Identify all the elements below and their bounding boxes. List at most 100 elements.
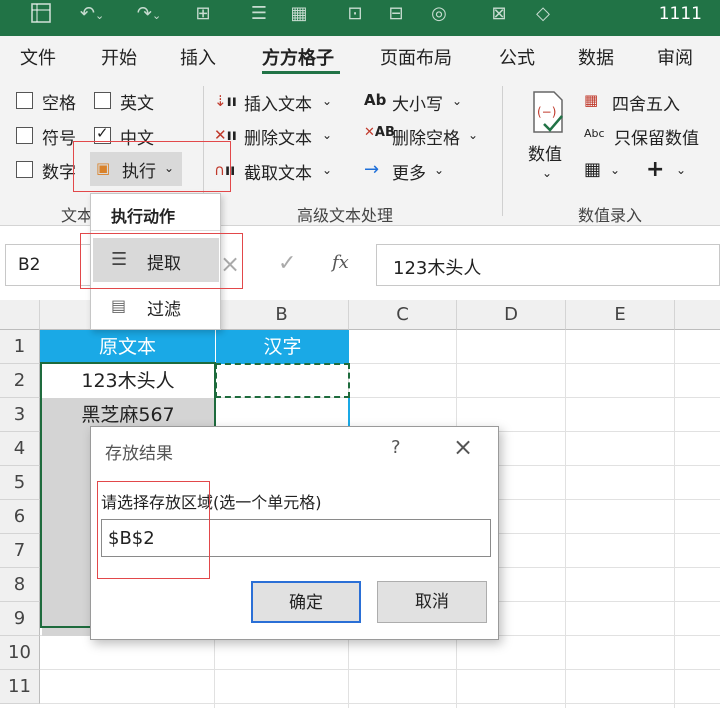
undo-icon[interactable]: ↶⌄ (75, 2, 109, 26)
keep-number-button[interactable]: Abc 只保留数值 (584, 124, 720, 150)
tab-data[interactable]: 数据 (578, 44, 614, 70)
row-header[interactable]: 4 (0, 432, 40, 466)
row-header[interactable]: 1 (0, 330, 40, 364)
cell-b1[interactable]: 汉字 (216, 330, 349, 364)
case-button[interactable]: Ab 大小写 ⌄ (364, 90, 474, 116)
cell-a1[interactable]: 原文本 (40, 330, 215, 364)
group-label-advanced: 高级文本处理 (297, 206, 394, 225)
svg-text:(−): (−) (537, 105, 556, 119)
filter-icon: ▤ (111, 296, 127, 315)
row-header[interactable]: 3 (0, 398, 40, 432)
chevron-down-icon: ⌄ (322, 94, 333, 108)
column-header-e[interactable]: E (566, 300, 675, 330)
redo-icon[interactable]: ↷⌄ (132, 2, 166, 26)
checkbox-english[interactable] (94, 92, 111, 109)
delete-text-label: 删除文本 (244, 129, 312, 149)
column-header-f[interactable] (675, 300, 720, 330)
grid-icon[interactable]: ⊞ (190, 2, 216, 26)
enter-formula-icon[interactable]: ✓ (278, 251, 296, 276)
chevron-down-icon: ⌄ (676, 163, 687, 177)
name-box-value: B2 (18, 255, 41, 275)
plus-icon: + (646, 157, 665, 182)
round-label: 四舍五入 (612, 95, 680, 115)
window-title: 1111 (658, 4, 702, 24)
formula-value: 123木头人 (393, 258, 482, 279)
row-header[interactable]: 8 (0, 568, 40, 602)
select-all-corner[interactable] (0, 300, 40, 330)
extract-text-button[interactable]: ∩ıı 截取文本 ⌄ (214, 159, 344, 185)
gridline (674, 330, 675, 708)
row-header[interactable]: 6 (0, 500, 40, 534)
gridline (565, 330, 566, 708)
delete-space-label: 删除空格 (392, 129, 460, 149)
tab-formulas[interactable]: 公式 (499, 44, 535, 70)
dialog-title: 存放结果 (105, 444, 173, 464)
case-label: 大小写 (392, 95, 443, 115)
delete-text-button[interactable]: ✕ıı 删除文本 ⌄ (214, 124, 344, 150)
table-icon[interactable]: ☰ (246, 2, 272, 26)
row-header[interactable]: 2 (0, 364, 40, 398)
column-header-c[interactable]: C (349, 300, 457, 330)
cancel-button[interactable]: 取消 (377, 581, 487, 623)
group-label-number: 数值录入 (578, 206, 643, 225)
letter-icon[interactable]: ⊠ (486, 2, 512, 26)
tab-insert[interactable]: 插入 (180, 44, 216, 70)
gridline (40, 669, 720, 670)
chevron-down-icon: ⌄ (468, 128, 479, 142)
menu-item-filter-label: 过滤 (147, 300, 181, 320)
ok-button[interactable]: 确定 (251, 581, 361, 623)
row-header[interactable]: 9 (0, 602, 40, 636)
number-big-button[interactable]: (−) 数值 ⌄ (522, 88, 574, 188)
checkbox-number[interactable] (16, 161, 33, 178)
gridline (40, 703, 720, 704)
case-icon: Ab (364, 91, 387, 109)
tab-fangfang[interactable]: 方方格子 (262, 44, 334, 70)
checkbox-space[interactable] (16, 92, 33, 109)
round-button[interactable]: ▦ 四舍五入 (584, 90, 714, 116)
edit-grid-button[interactable]: ▦ ⌄ (584, 159, 624, 185)
excel-icon[interactable] (28, 2, 54, 26)
row-header[interactable]: 11 (0, 670, 40, 704)
abc-icon: Abc (584, 127, 605, 140)
menu-item-filter[interactable]: ▤ 过滤 (93, 288, 219, 326)
focus-icon[interactable]: ⊡ (342, 2, 368, 26)
checkbox-space-label: 空格 (42, 94, 76, 114)
chevron-down-icon: ⌄ (434, 163, 445, 177)
number-label: 数值 (528, 145, 562, 165)
checkbox-symbol[interactable] (16, 127, 33, 144)
tab-file[interactable]: 文件 (20, 44, 56, 70)
column-header-d[interactable]: D (457, 300, 566, 330)
insert-text-icon: ⇣ıı (214, 92, 237, 110)
round-icon: ▦ (584, 91, 599, 109)
search-icon[interactable]: ◎ (426, 2, 452, 26)
add-button[interactable]: + ⌄ (646, 157, 690, 185)
checkbox-number-label: 数字 (42, 163, 76, 183)
annotation-box-range (97, 481, 210, 579)
chevron-down-icon: ⌄ (542, 166, 553, 180)
row-header[interactable]: 5 (0, 466, 40, 500)
insert-text-button[interactable]: ⇣ıı 插入文本 ⌄ (214, 90, 344, 116)
clear-icon[interactable]: ◇ (530, 2, 556, 26)
tab-review[interactable]: 审阅 (657, 44, 693, 70)
number-icon: (−) (533, 91, 563, 133)
insert-text-label: 插入文本 (244, 95, 312, 115)
tab-home[interactable]: 开始 (101, 44, 137, 70)
row-header[interactable]: 10 (0, 636, 40, 670)
checkbox-english-label: 英文 (120, 94, 154, 114)
chevron-down-icon: ⌄ (610, 163, 621, 177)
delete-space-button[interactable]: ✕AB 删除空格 ⌄ (364, 124, 489, 150)
close-button[interactable]: × (453, 433, 473, 461)
chart-icon[interactable]: ▦ (286, 2, 312, 26)
tab-page-layout[interactable]: 页面布局 (380, 44, 452, 70)
help-button[interactable]: ? (391, 437, 401, 458)
formula-input[interactable]: 123木头人 (376, 244, 720, 286)
annotation-box-extract (80, 233, 243, 289)
arrow-right-icon: → (364, 159, 380, 180)
fx-icon[interactable]: fx (332, 252, 349, 273)
more-button[interactable]: → 更多 ⌄ (364, 159, 474, 185)
column-header-b[interactable]: B (215, 300, 349, 330)
marquee-b2 (215, 363, 350, 398)
row-header[interactable]: 7 (0, 534, 40, 568)
group-separator (502, 86, 503, 216)
format-icon[interactable]: ⊟ (383, 2, 409, 26)
